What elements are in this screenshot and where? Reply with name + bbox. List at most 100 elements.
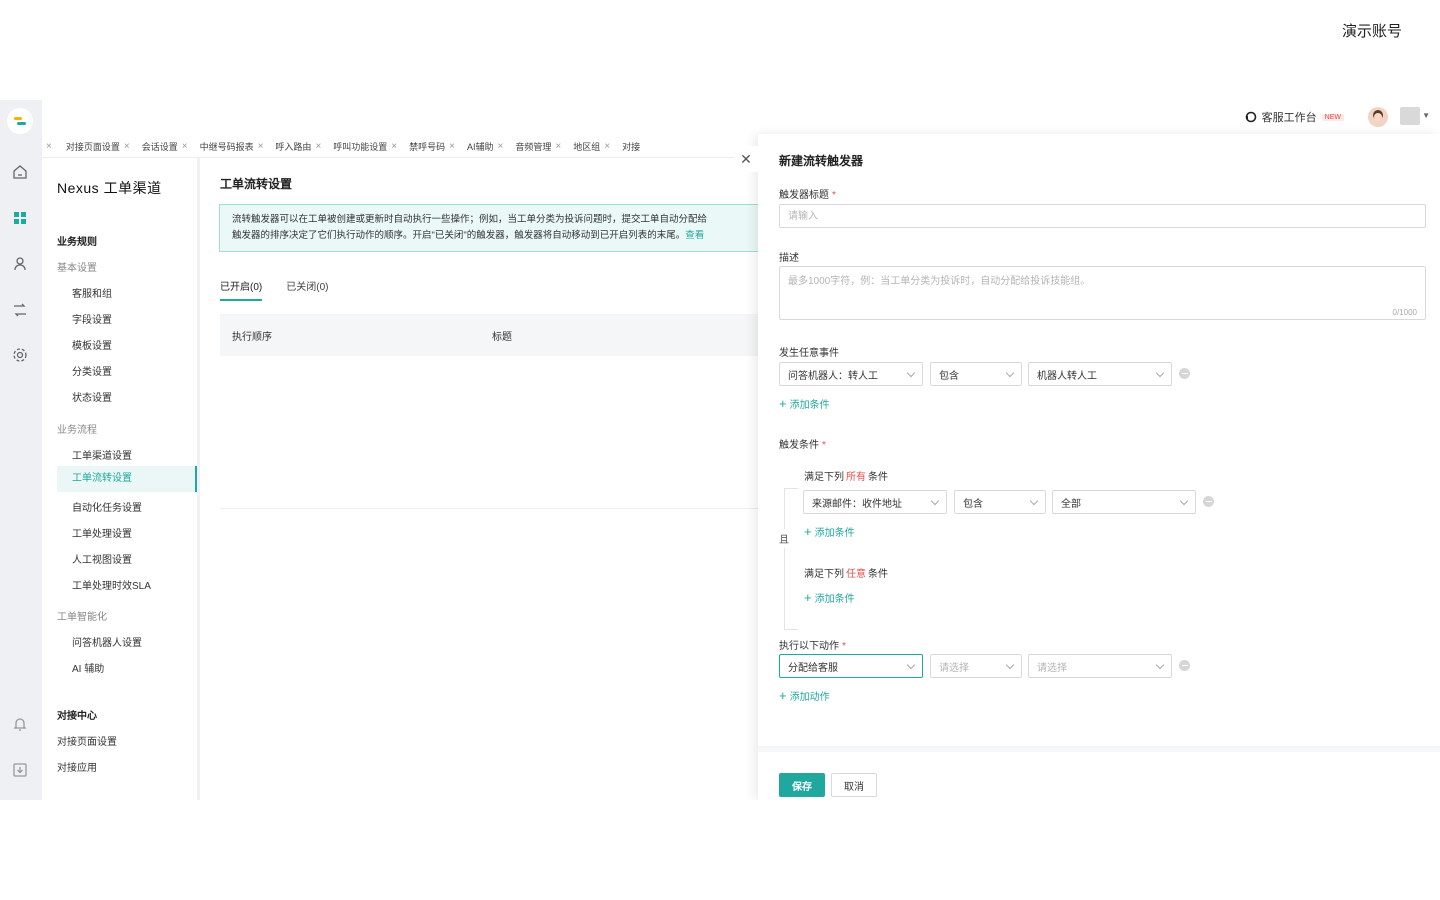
event-label: 发生任意事件 — [779, 348, 839, 359]
add-action-button[interactable]: + 添加动作 — [779, 688, 830, 704]
new-badge: NEW — [1321, 113, 1344, 121]
sidebar-item-views[interactable]: 人工视图设置 — [72, 551, 132, 566]
cancel-button[interactable]: 取消 — [831, 773, 877, 797]
trigger-title-label: 触发器标题 * — [779, 190, 836, 201]
sidebar-item-processing[interactable]: 工单处理设置 — [72, 525, 132, 540]
close-icon[interactable]: × — [124, 141, 130, 152]
account-name[interactable]: 演示账号 — [1342, 20, 1402, 41]
remove-action-icon[interactable] — [1179, 660, 1190, 671]
group-basic-settings: 基本设置 — [57, 263, 97, 274]
add-all-condition-button[interactable]: + 添加条件 — [804, 524, 855, 540]
user-avatar-placeholder[interactable] — [1400, 107, 1420, 125]
table-divider — [220, 508, 780, 509]
tab-item[interactable]: 音频管理 × — [515, 140, 561, 153]
drawer-footer: 保存 取消 — [758, 746, 1440, 800]
all-field-select[interactable]: 来源邮件：收件地址 — [803, 490, 947, 514]
sidebar-item-channel[interactable]: 工单渠道设置 — [72, 447, 132, 462]
description-textarea[interactable]: 最多1000字符，例：当工单分类为投诉时，自动分配给投诉技能组。 0/1000 — [779, 266, 1426, 320]
headset-icon — [1245, 111, 1256, 123]
remove-condition-icon[interactable] — [1203, 496, 1214, 507]
close-icon[interactable]: × — [258, 141, 264, 152]
section-dock-center: 对接中心 — [57, 711, 97, 722]
table-header: 执行顺序 标题 — [220, 314, 780, 356]
sidebar-item-agents[interactable]: 客服和组 — [72, 285, 112, 300]
event-value-select[interactable]: 机器人转人工 — [1028, 362, 1172, 386]
all-operator-select[interactable]: 包含 — [954, 490, 1046, 514]
chevron-down-icon — [1005, 368, 1015, 377]
condition-bracket — [784, 488, 798, 630]
sidebar-item-sla[interactable]: 工单处理时效SLA — [72, 577, 151, 592]
tab-open[interactable]: 已开启(0) — [220, 278, 263, 301]
page-tabs: × 对接页面设置 × 会话设置 × 中继号码报表 × 呼入路由 × 呼叫功能设置 × 禁呼… — [42, 136, 758, 158]
close-drawer-button[interactable]: ✕ — [734, 146, 758, 172]
workspace-link[interactable]: 客服工作台 NEW — [1245, 109, 1344, 125]
tab-item[interactable]: 呼入路由 × — [275, 140, 321, 153]
icon-rail — [0, 100, 42, 800]
remove-condition-icon[interactable] — [1179, 368, 1190, 379]
sidebar-item-dock-apps[interactable]: 对接应用 — [57, 759, 97, 774]
brand-title: Nexus 工单渠道 — [57, 180, 162, 196]
drawer-title: 新建流转触发器 — [779, 154, 864, 168]
close-icon[interactable]: × — [498, 141, 504, 152]
close-icon[interactable]: × — [391, 141, 397, 152]
add-any-condition-button[interactable]: + 添加条件 — [804, 590, 855, 606]
dashboard-icon[interactable] — [10, 208, 30, 228]
sidebar-item-automation[interactable]: 自动化任务设置 — [72, 499, 142, 514]
sidebar-item-fields[interactable]: 字段设置 — [72, 311, 112, 326]
sidebar-item-dock-page[interactable]: 对接页面设置 — [57, 733, 117, 748]
action-type-select[interactable]: 分配给客服 — [779, 654, 923, 678]
avatar[interactable] — [1368, 107, 1388, 127]
trigger-title-input[interactable] — [779, 204, 1426, 228]
tab-item[interactable]: 地区组 × — [573, 140, 610, 153]
settings-sidebar: Nexus 工单渠道 业务规则 基本设置 客服和组 字段设置 模板设置 分类设置… — [42, 158, 200, 800]
tab-item[interactable]: 禁呼号码 × — [409, 140, 455, 153]
add-event-condition-button[interactable]: + 添加条件 — [779, 396, 830, 412]
tab-item[interactable]: AI辅助 × — [467, 140, 503, 153]
bell-icon[interactable] — [10, 714, 30, 734]
section-business-rules: 业务规则 — [57, 237, 97, 248]
caret-down-icon[interactable]: ▼ — [1422, 111, 1430, 120]
tab-closed[interactable]: 已关闭(0) — [286, 278, 328, 301]
close-icon[interactable]: × — [315, 141, 321, 152]
group-business-flow: 业务流程 — [57, 425, 97, 436]
agent-icon[interactable] — [10, 254, 30, 274]
sidebar-item-categories[interactable]: 分类设置 — [72, 363, 112, 378]
save-button[interactable]: 保存 — [779, 773, 825, 797]
trigger-condition-label: 触发条件 * — [779, 440, 826, 451]
action-label: 执行以下动作 * — [779, 641, 846, 652]
workspace-label: 客服工作台 — [1261, 112, 1317, 124]
tab-item[interactable]: 中继号码报表 × — [200, 140, 264, 153]
sidebar-item-status[interactable]: 状态设置 — [72, 389, 112, 404]
description-label: 描述 — [779, 253, 799, 264]
home-icon[interactable] — [10, 162, 30, 182]
chevron-down-icon — [1155, 660, 1165, 669]
event-field-select[interactable]: 问答机器人：转人工 — [779, 362, 923, 386]
action-value-select[interactable]: 请选择 — [1028, 654, 1172, 678]
close-icon[interactable]: × — [182, 141, 188, 152]
chevron-down-icon — [906, 368, 916, 377]
app-logo-icon[interactable] — [7, 108, 33, 134]
tab-close-leading[interactable]: × — [42, 141, 52, 152]
close-icon[interactable]: × — [604, 141, 610, 152]
all-value-select[interactable]: 全部 — [1052, 490, 1196, 514]
all-conditions-heading: 满足下列 所有 条件 — [804, 472, 888, 483]
tab-item[interactable]: 对接 — [622, 140, 640, 153]
chevron-down-icon — [1005, 660, 1015, 669]
sidebar-item-flow-active[interactable]: 工单流转设置 — [57, 466, 197, 492]
notice-link[interactable]: 查看 — [685, 230, 704, 241]
action-option-select[interactable]: 请选择 — [930, 654, 1022, 678]
tab-item[interactable]: 对接页面设置 × — [66, 140, 130, 153]
download-icon[interactable] — [10, 760, 30, 780]
event-operator-select[interactable]: 包含 — [930, 362, 1022, 386]
flow-icon[interactable] — [10, 300, 30, 320]
gear-icon[interactable] — [10, 345, 30, 365]
chevron-down-icon — [1179, 496, 1189, 505]
col-title: 标题 — [492, 332, 512, 343]
sidebar-item-templates[interactable]: 模板设置 — [72, 337, 112, 352]
sidebar-item-ai-assist[interactable]: AI 辅助 — [72, 660, 104, 675]
close-icon[interactable]: × — [449, 141, 455, 152]
sidebar-item-bot[interactable]: 问答机器人设置 — [72, 634, 142, 649]
close-icon[interactable]: × — [555, 141, 561, 152]
tab-item[interactable]: 呼叫功能设置 × — [333, 140, 397, 153]
tab-item[interactable]: 会话设置 × — [142, 140, 188, 153]
